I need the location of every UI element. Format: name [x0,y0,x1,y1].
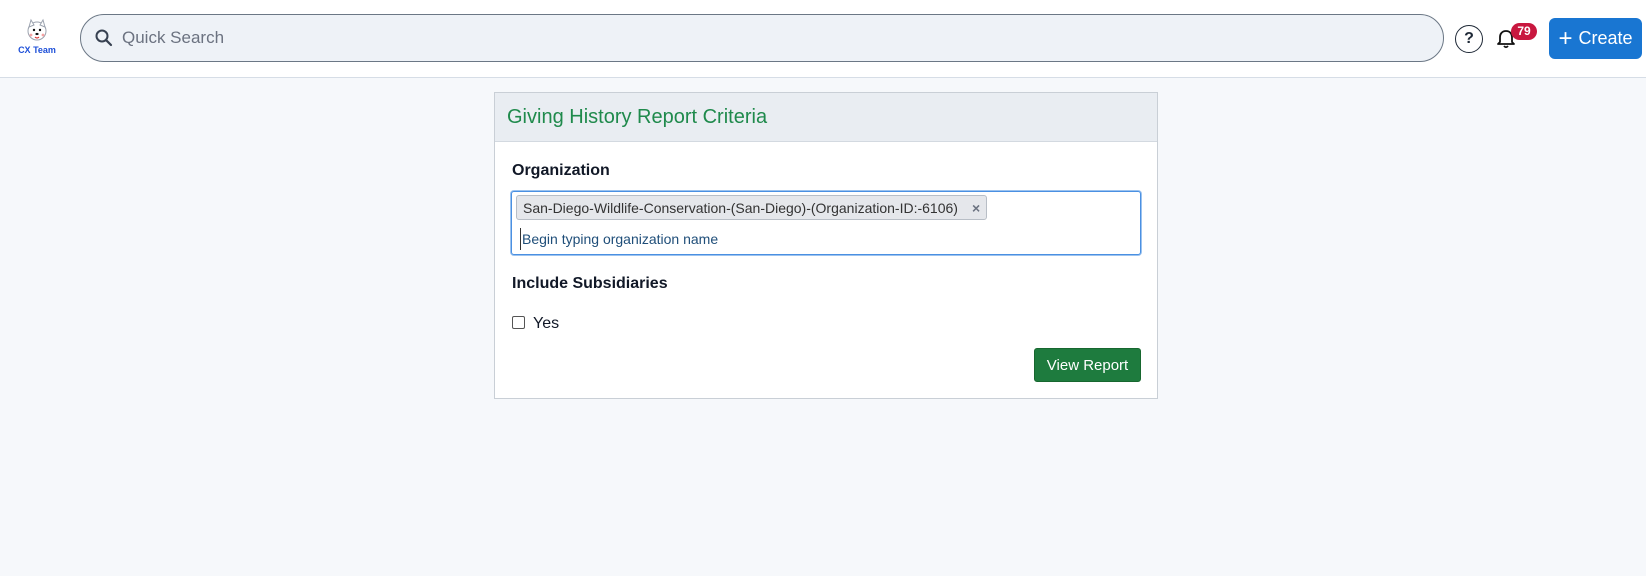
search-input[interactable] [122,18,1422,58]
create-label: Create [1578,28,1633,48]
logo-text: CX Team [18,45,56,55]
subsidiaries-option-label[interactable]: Yes [533,315,559,333]
plus-icon: + [1558,24,1573,52]
report-criteria-card: Giving History Report Criteria Organizat… [494,92,1158,399]
logo[interactable]: CX Team [14,18,60,60]
organization-label: Organization [512,162,610,179]
top-bar: CX Team ? 79 + Create [0,0,1646,78]
notification-count-badge: 79 [1511,23,1537,40]
chip-label: San-Diego-Wildlife-Conservation-(San-Die… [523,199,958,216]
subsidiaries-checkbox[interactable] [512,316,525,329]
quick-search[interactable] [80,14,1444,62]
help-button[interactable]: ? [1455,25,1483,53]
subsidiaries-option[interactable]: Yes [512,312,559,333]
view-report-label: View Report [1046,356,1129,374]
card-header: Giving History Report Criteria [495,93,1157,142]
organization-multiselect[interactable]: San-Diego-Wildlife-Conservation-(San-Die… [511,191,1141,255]
selected-organization-chip: San-Diego-Wildlife-Conservation-(San-Die… [516,195,988,220]
card-title: Giving History Report Criteria [507,105,768,128]
search-icon [95,29,113,47]
organization-input[interactable] [520,228,1120,250]
create-button[interactable]: + Create [1549,18,1642,59]
view-report-button[interactable]: View Report [1034,348,1141,382]
dog-mascot-icon [27,18,47,41]
help-label: ? [1464,30,1474,47]
chip-remove-icon[interactable]: × [972,200,980,216]
subsidiaries-label: Include Subsidiaries [512,275,668,292]
